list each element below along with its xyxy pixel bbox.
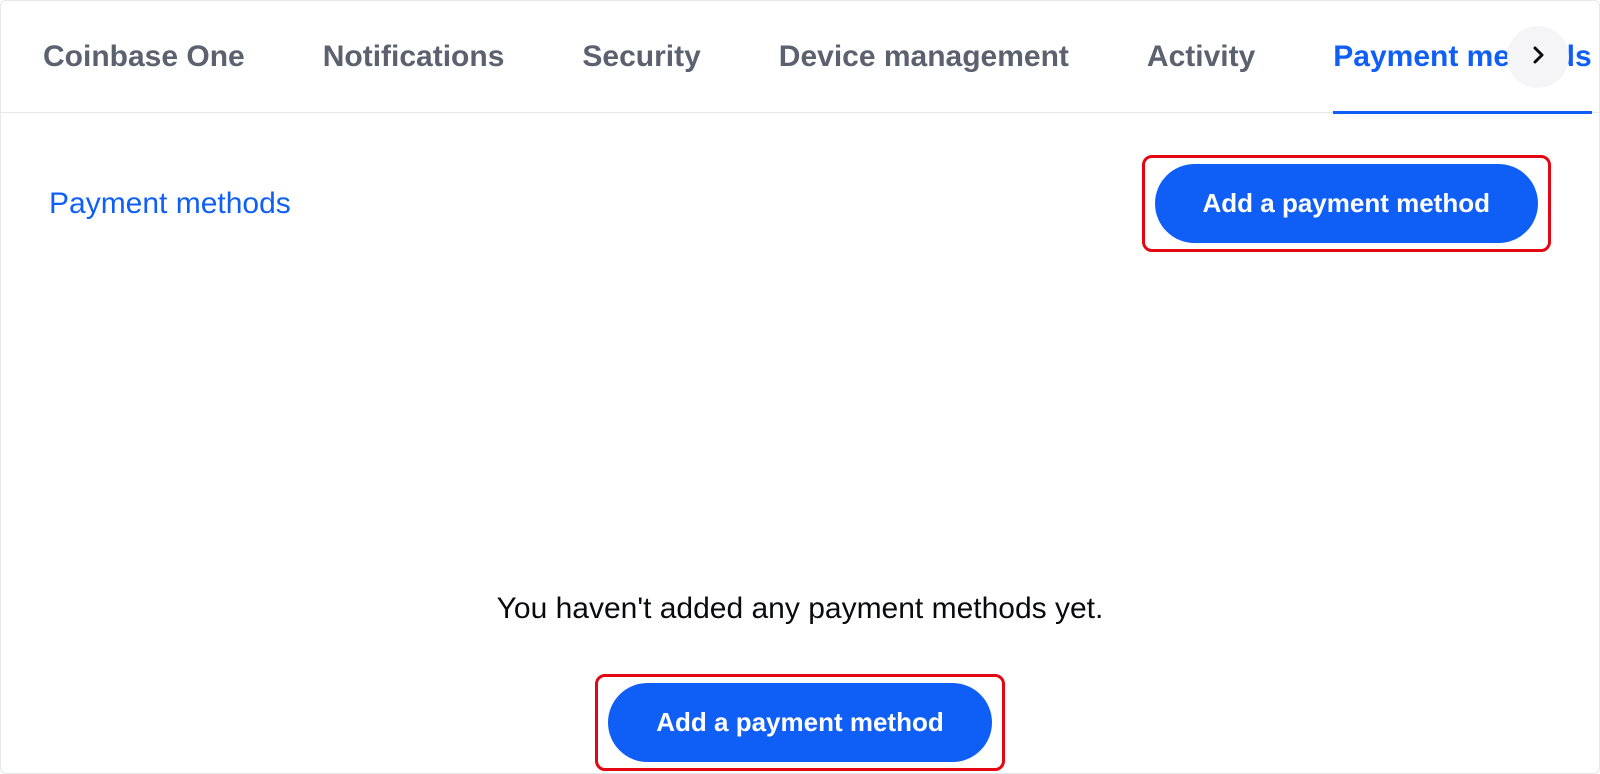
settings-tab-nav: Coinbase One Notifications Security Devi… xyxy=(1,1,1599,113)
page-container: Coinbase One Notifications Security Devi… xyxy=(0,0,1600,774)
tab-coinbase-one[interactable]: Coinbase One xyxy=(43,1,245,113)
content-header: Payment methods Add a payment method xyxy=(1,113,1599,252)
tab-activity[interactable]: Activity xyxy=(1147,1,1255,113)
add-payment-method-button-top[interactable]: Add a payment method xyxy=(1155,164,1538,243)
tab-notifications[interactable]: Notifications xyxy=(323,1,505,113)
empty-state: You haven't added any payment methods ye… xyxy=(1,592,1599,771)
tab-device-management[interactable]: Device management xyxy=(779,1,1069,113)
empty-state-message: You haven't added any payment methods ye… xyxy=(1,592,1599,626)
tab-security[interactable]: Security xyxy=(582,1,700,113)
highlight-add-payment-center: Add a payment method xyxy=(595,674,1004,771)
section-title: Payment methods xyxy=(49,187,291,221)
highlight-add-payment-top: Add a payment method xyxy=(1142,155,1551,252)
tab-scroll-right-button[interactable] xyxy=(1507,26,1569,88)
chevron-right-icon xyxy=(1526,43,1550,70)
add-payment-method-button-center[interactable]: Add a payment method xyxy=(608,683,991,762)
